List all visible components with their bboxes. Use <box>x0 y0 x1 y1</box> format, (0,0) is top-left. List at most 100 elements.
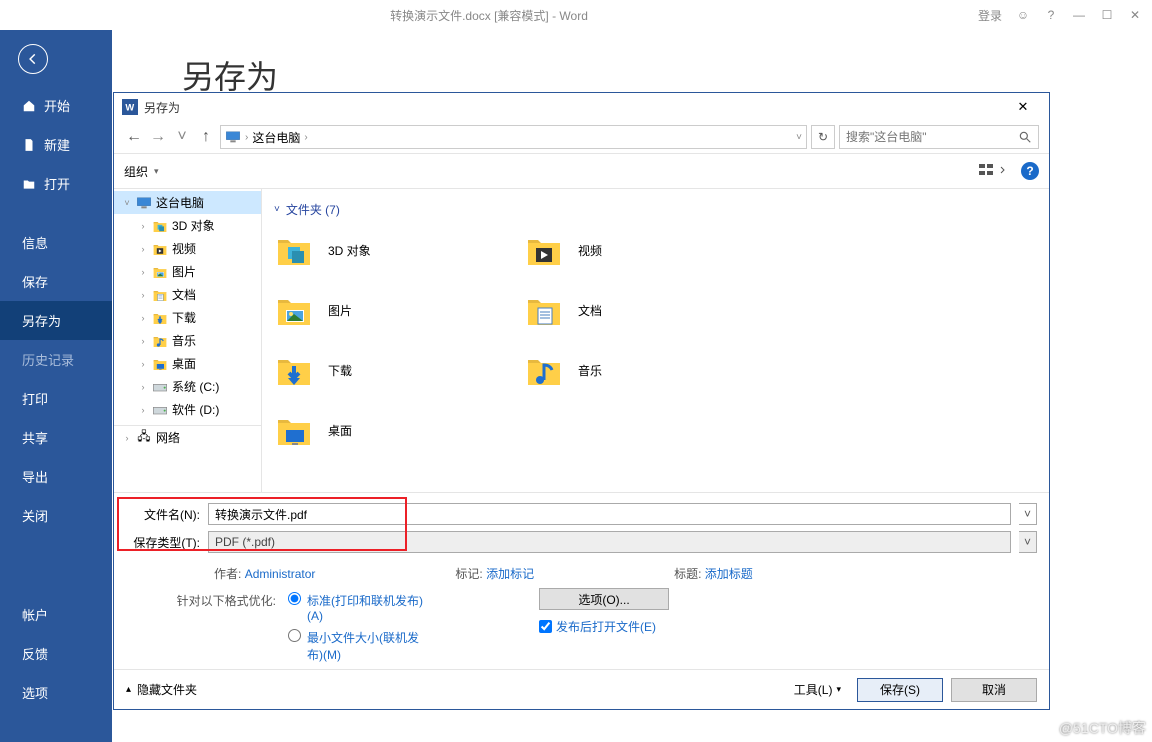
optimize-min-radio[interactable] <box>288 629 301 642</box>
section-header[interactable]: ˅文件夹 (7) <box>274 197 1037 224</box>
tree-item[interactable]: ›视频 <box>114 237 261 260</box>
folder-label: 3D 对象 <box>328 242 371 259</box>
tools-dropdown[interactable]: 工具(L)▾ <box>786 681 849 698</box>
tree-item[interactable]: ›系统 (C:) <box>114 375 261 398</box>
filetype-select[interactable]: PDF (*.pdf) <box>208 531 1011 553</box>
organize-button[interactable]: 组织 <box>124 163 148 180</box>
search-box[interactable] <box>839 125 1039 149</box>
tree-item[interactable]: ›3D 对象 <box>114 214 261 237</box>
optimize-standard-label[interactable]: 标准(打印和联机发布)(A) <box>307 592 427 623</box>
sidebar-item-open[interactable]: 打开 <box>0 164 112 203</box>
sidebar-item-new[interactable]: 新建 <box>0 125 112 164</box>
filetype-dropdown-icon[interactable]: ˅ <box>1019 531 1037 553</box>
login-link[interactable]: 登录 <box>978 7 1002 24</box>
folder-item[interactable]: 文档 <box>524 290 774 330</box>
sidebar-item-share[interactable]: 共享 <box>0 418 112 457</box>
sidebar-label: 反馈 <box>22 644 48 663</box>
sidebar-item-options[interactable]: 选项 <box>0 673 112 712</box>
save-button[interactable]: 保存(S) <box>857 678 943 702</box>
dialog-fields: 文件名(N): ˅ 保存类型(T): PDF (*.pdf) ˅ 作者: Adm… <box>114 492 1049 669</box>
maximize-icon[interactable]: ☐ <box>1100 8 1114 22</box>
breadcrumb-text[interactable]: 这台电脑 <box>252 129 300 146</box>
sidebar-label: 信息 <box>22 233 48 252</box>
optimize-min-label[interactable]: 最小文件大小(联机发布)(M) <box>307 629 427 663</box>
folder-item[interactable]: 下载 <box>274 350 524 390</box>
folder-item[interactable]: 音乐 <box>524 350 774 390</box>
folder-label: 文档 <box>578 302 602 319</box>
sidebar-item-home[interactable]: 开始 <box>0 86 112 125</box>
sidebar-item-saveas[interactable]: 另存为 <box>0 301 112 340</box>
sidebar-item-save[interactable]: 保存 <box>0 262 112 301</box>
folder-icon <box>274 230 314 270</box>
sidebar-label: 另存为 <box>22 311 61 330</box>
author-key: 作者: <box>214 567 241 581</box>
breadcrumb-dropdown-icon[interactable]: ˅ <box>796 132 802 143</box>
tree-item[interactable]: ›音乐 <box>114 329 261 352</box>
folder-item[interactable]: 3D 对象 <box>274 230 524 270</box>
chevron-icon: › <box>304 132 307 143</box>
sidebar-item-print[interactable]: 打印 <box>0 379 112 418</box>
sidebar-label: 保存 <box>22 272 48 291</box>
sidebar-label: 共享 <box>22 428 48 447</box>
back-button[interactable] <box>18 44 48 74</box>
saveas-dialog: W 另存为 ✕ ← → ˅ ↑ › 这台电脑 › ˅ ↻ 组织 ▾ <box>113 92 1050 710</box>
tree-label: 系统 (C:) <box>172 378 219 395</box>
author-value[interactable]: Administrator <box>245 567 316 581</box>
tree-label: 视频 <box>172 240 196 257</box>
folder-label: 音乐 <box>578 362 602 379</box>
optimize-label: 针对以下格式优化: <box>164 592 276 663</box>
help-button[interactable]: ? <box>1021 162 1039 180</box>
dialog-navbar: ← → ˅ ↑ › 这台电脑 › ˅ ↻ <box>114 121 1049 153</box>
tag-value[interactable]: 添加标记 <box>486 567 534 581</box>
tree-item-network[interactable]: ›🖧网络 <box>114 425 261 449</box>
svg-text:W: W <box>125 102 134 112</box>
folder-icon <box>274 290 314 330</box>
tree-item-pc[interactable]: ˅这台电脑 <box>114 191 261 214</box>
folder-label: 下载 <box>328 362 352 379</box>
nav-back-icon[interactable]: ← <box>124 127 144 147</box>
sidebar-item-history[interactable]: 历史记录 <box>0 340 112 379</box>
sidebar-label: 打开 <box>44 174 70 193</box>
sidebar-item-info[interactable]: 信息 <box>0 223 112 262</box>
face-icon[interactable]: ☺ <box>1016 8 1030 22</box>
close-window-icon[interactable]: ✕ <box>1128 8 1142 22</box>
word-icon: W <box>122 99 138 115</box>
tree-label: 3D 对象 <box>172 217 215 234</box>
tree-item[interactable]: ›下载 <box>114 306 261 329</box>
folder-item[interactable]: 图片 <box>274 290 524 330</box>
nav-recent-icon[interactable]: ˅ <box>172 127 192 147</box>
folder-item[interactable]: 视频 <box>524 230 774 270</box>
help-icon[interactable]: ? <box>1044 8 1058 22</box>
sidebar-label: 开始 <box>44 96 70 115</box>
sidebar-item-close[interactable]: 关闭 <box>0 496 112 535</box>
filename-dropdown-icon[interactable]: ˅ <box>1019 503 1037 525</box>
open-after-checkbox[interactable] <box>539 620 552 633</box>
tree-item[interactable]: ›文档 <box>114 283 261 306</box>
folder-item[interactable]: 桌面 <box>274 410 524 450</box>
refresh-button[interactable]: ↻ <box>811 125 835 149</box>
pc-icon <box>225 130 241 144</box>
folder-icon <box>524 290 564 330</box>
tree-item[interactable]: ›桌面 <box>114 352 261 375</box>
dialog-close-button[interactable]: ✕ <box>1003 95 1043 119</box>
organize-dropdown-icon[interactable]: ▾ <box>154 166 159 177</box>
title-value[interactable]: 添加标题 <box>705 567 753 581</box>
view-options-icon[interactable] <box>979 162 1009 181</box>
hide-folders-button[interactable]: ▴隐藏文件夹 <box>126 681 197 698</box>
open-after-label[interactable]: 发布后打开文件(E) <box>556 618 656 635</box>
optimize-standard-radio[interactable] <box>288 592 301 605</box>
minimize-icon[interactable]: — <box>1072 8 1086 22</box>
nav-up-icon[interactable]: ↑ <box>196 127 216 147</box>
tree-item[interactable]: ›图片 <box>114 260 261 283</box>
sidebar-item-export[interactable]: 导出 <box>0 457 112 496</box>
search-input[interactable] <box>846 130 1018 144</box>
cancel-button[interactable]: 取消 <box>951 678 1037 702</box>
sidebar-item-account[interactable]: 帐户 <box>0 595 112 634</box>
filename-input[interactable] <box>208 503 1011 525</box>
tree-item[interactable]: ›软件 (D:) <box>114 398 261 421</box>
sidebar-item-feedback[interactable]: 反馈 <box>0 634 112 673</box>
dialog-toolbar: 组织 ▾ ? <box>114 153 1049 189</box>
filename-label: 文件名(N): <box>130 506 200 523</box>
options-button[interactable]: 选项(O)... <box>539 588 669 610</box>
breadcrumb-bar[interactable]: › 这台电脑 › ˅ <box>220 125 807 149</box>
